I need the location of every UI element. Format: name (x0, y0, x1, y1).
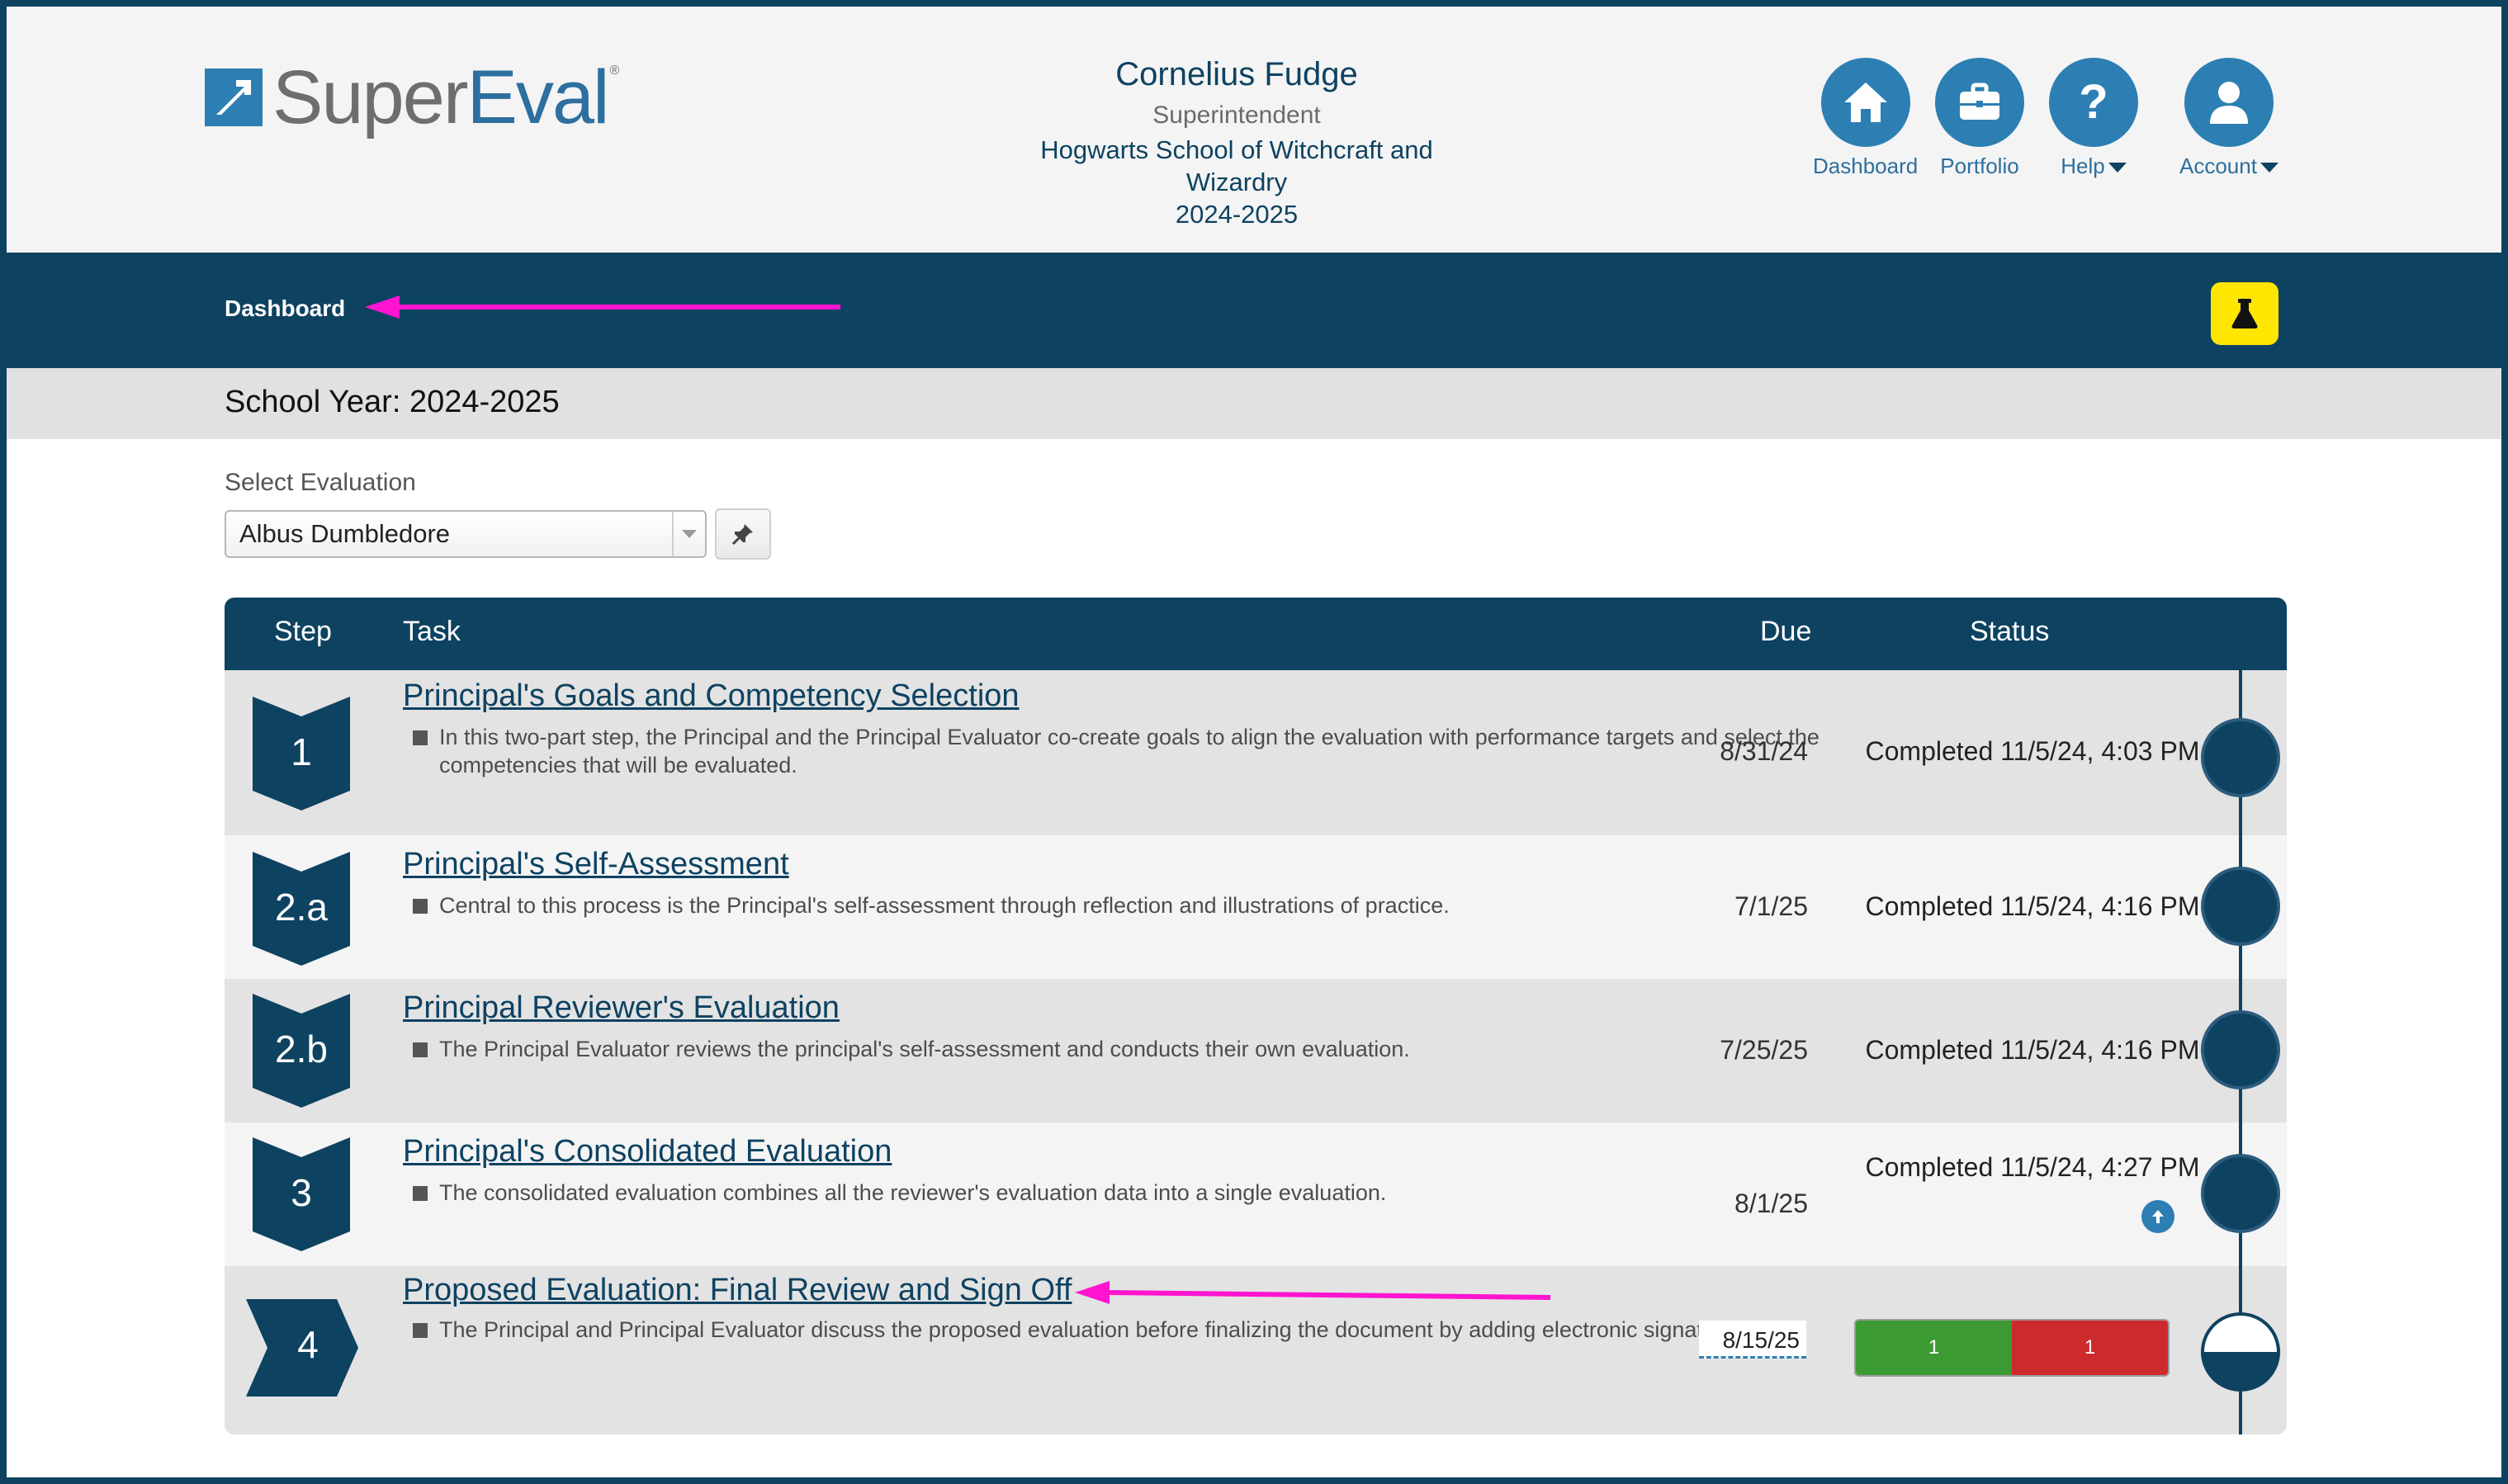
table-row: 1 Principal's Goals and Competency Selec… (225, 670, 2287, 835)
logo-mark-icon (205, 69, 263, 126)
superEval-logo[interactable]: SuperEval ® (205, 59, 619, 135)
due-date-editable[interactable]: 8/15/25 (1699, 1321, 1806, 1359)
task-link[interactable]: Proposed Evaluation: Final Review and Si… (403, 1273, 1072, 1308)
step-number: 1 (291, 730, 312, 773)
chevron-down-icon (2260, 163, 2278, 173)
timeline-node-complete (2201, 718, 2280, 797)
step-number: 4 (297, 1323, 319, 1366)
task-description: The Principal and Principal Evaluator di… (409, 1316, 1887, 1344)
task-link[interactable]: Principal's Consolidated Evaluation (403, 1134, 892, 1170)
due-date: 8/31/24 (1720, 736, 1808, 766)
briefcase-icon (1935, 58, 2024, 147)
user-info: Cornelius Fudge Superintendent Hogwarts … (948, 51, 1526, 231)
user-school: Hogwarts School of Witchcraft and Wizard… (1040, 135, 1433, 196)
table-header: Step Task Due Status (225, 598, 2287, 670)
step-number: 2.a (275, 886, 328, 929)
select-evaluation-label: Select Evaluation (225, 469, 416, 496)
due-date: 7/25/25 (1720, 1035, 1808, 1065)
step-number: 3 (291, 1171, 312, 1214)
column-header-due: Due (1760, 616, 1812, 647)
logo-registered-mark: ® (609, 64, 619, 78)
status-text: Completed 11/5/24, 4:27 PM (1865, 1152, 2200, 1182)
select-evaluation-dropdown[interactable]: Albus Dumbledore (225, 510, 707, 558)
table-row: 2.a Principal's Self-Assessment Central … (225, 835, 2287, 979)
task-link[interactable]: Principal's Goals and Competency Selecti… (403, 678, 1020, 714)
task-description: The Principal Evaluator reviews the prin… (409, 1035, 1887, 1063)
app-window: SuperEval ® Cornelius Fudge Superintenden… (7, 7, 2501, 1477)
school-year-label: School Year: 2024-2025 (225, 385, 560, 419)
nav-help-text: Help (2061, 154, 2105, 178)
user-role: Superintendent (1152, 102, 1321, 129)
user-year: 2024-2025 (1175, 200, 1299, 229)
progress-complete-segment: 1 (1856, 1321, 2012, 1375)
lab-button[interactable] (2211, 282, 2278, 345)
column-header-status: Status (1970, 616, 2050, 647)
select-evaluation-value: Albus Dumbledore (239, 519, 451, 548)
timeline-node-complete (2201, 1154, 2280, 1233)
progress-pending-segment: 1 (2012, 1321, 2168, 1375)
nav-account-label: Account (2179, 154, 2278, 179)
sign-off-progress-bar[interactable]: 1 1 (1854, 1319, 2170, 1377)
breadcrumb-dashboard[interactable]: Dashboard (225, 295, 345, 322)
status-text: Completed 11/5/24, 4:16 PM (1865, 891, 2200, 921)
user-name: Cornelius Fudge (1115, 56, 1358, 92)
nav-account-button[interactable]: Account (2179, 58, 2278, 179)
user-icon (2184, 58, 2274, 147)
nav-portfolio-button[interactable]: Portfolio (1935, 58, 2024, 179)
task-description: The consolidated evaluation combines all… (409, 1179, 1887, 1207)
logo-text: SuperEval ® (272, 59, 619, 135)
status-text: Completed 11/5/24, 4:16 PM (1865, 1035, 2200, 1065)
column-header-task: Task (403, 616, 461, 647)
logo-text-eval: Eval (466, 55, 610, 139)
nav-portfolio-label: Portfolio (1940, 154, 2019, 178)
logo-text-super: Super (272, 55, 468, 139)
annotation-arrow-icon (365, 295, 840, 319)
due-date: 8/1/25 (1734, 1189, 1808, 1218)
nav-help-label: Help (2049, 154, 2138, 179)
timeline-node-half (2201, 1312, 2280, 1392)
chevron-down-icon[interactable] (672, 512, 705, 556)
task-link[interactable]: Principal Reviewer's Evaluation (403, 990, 840, 1026)
task-description: Central to this process is the Principal… (409, 891, 1887, 919)
nav-account-text: Account (2179, 154, 2257, 178)
task-link[interactable]: Principal's Self-Assessment (403, 847, 789, 882)
pin-button[interactable] (715, 508, 771, 560)
status-text: Completed 11/5/24, 4:03 PM (1865, 736, 2200, 766)
step-number: 2.b (275, 1028, 328, 1070)
school-year-bar: School Year: 2024-2025 (7, 368, 2501, 439)
table-row: 3 Principal's Consolidated Evaluation Th… (225, 1122, 2287, 1266)
question-icon: ? (2049, 58, 2138, 147)
flask-icon (2231, 299, 2258, 328)
timeline-node-complete (2201, 867, 2280, 946)
nav-help-button[interactable]: ? Help (2049, 58, 2138, 179)
home-icon (1820, 58, 1910, 147)
nav-dashboard-button[interactable]: Dashboard (1813, 58, 1918, 179)
nav-dashboard-label: Dashboard (1813, 154, 1919, 178)
due-date: 7/1/25 (1734, 891, 1808, 921)
column-header-step: Step (274, 616, 332, 647)
annotation-arrow-icon (1075, 1281, 1551, 1304)
table-row: 2.b Principal Reviewer's Evaluation The … (225, 979, 2287, 1122)
pin-icon (731, 524, 753, 546)
task-description: In this two-part step, the Principal and… (409, 723, 1887, 779)
header: SuperEval ® Cornelius Fudge Superintenden… (7, 7, 2501, 253)
timeline-node-complete (2201, 1010, 2280, 1089)
arrow-up-icon[interactable] (2141, 1200, 2174, 1233)
chevron-down-icon (2108, 163, 2127, 173)
